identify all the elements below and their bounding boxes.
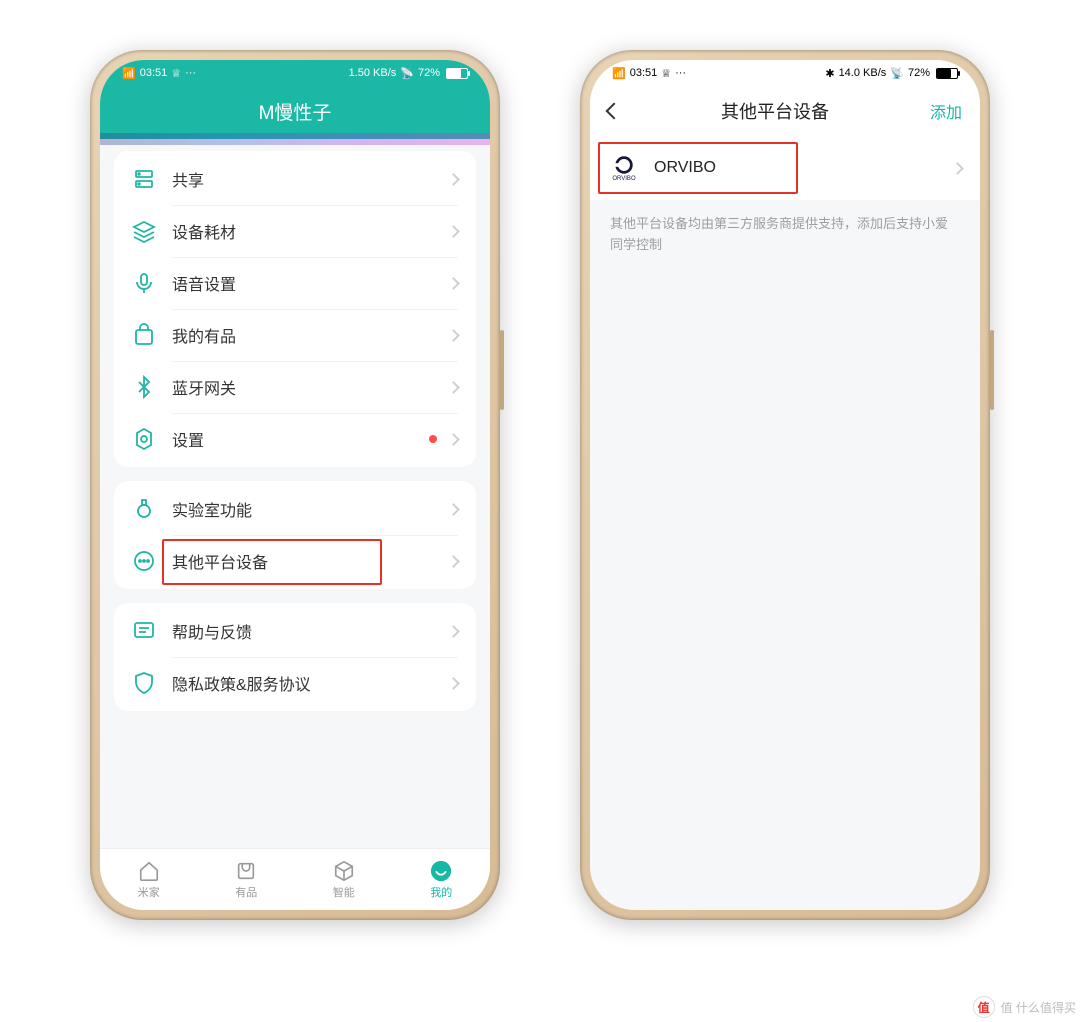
- page-header: 其他平台设备 添加: [590, 86, 980, 136]
- settings-row-mic[interactable]: 语音设置: [114, 257, 476, 309]
- row-label: 我的有品: [172, 323, 449, 347]
- mic-icon: [132, 271, 156, 295]
- wifi-icon: 📡: [400, 67, 414, 80]
- feedback-icon: [132, 619, 156, 643]
- watermark: 值 值 什么值得买: [973, 996, 1076, 1018]
- red-dot-indicator: [429, 435, 437, 443]
- stack-icon: [132, 219, 156, 243]
- chevron-right-icon: [447, 277, 460, 290]
- battery-icon: [446, 68, 468, 79]
- shield-icon: [132, 671, 156, 695]
- gear-icon: [132, 427, 156, 451]
- bluetooth-icon: [132, 375, 156, 399]
- nav-label: 我的: [430, 884, 452, 900]
- header-title-text: M慢性子: [259, 103, 332, 124]
- settings-row-feedback[interactable]: 帮助与反馈: [114, 605, 476, 657]
- nav-label: 有品: [235, 884, 257, 900]
- settings-group: 帮助与反馈隐私政策&服务协议: [114, 603, 476, 711]
- row-label: 帮助与反馈: [172, 619, 449, 643]
- row-label: 设置: [172, 427, 429, 451]
- status-bar: 📶 03:51 ♕ ··· ✱ 14.0 KB/s 📡 72%: [590, 60, 980, 86]
- settings-row-flask[interactable]: 实验室功能: [114, 483, 476, 535]
- phone-frame-right: 📶 03:51 ♕ ··· ✱ 14.0 KB/s 📡 72% 其他平台设备 添…: [580, 50, 990, 920]
- dots-circle-icon: [132, 549, 156, 573]
- smile-icon: [430, 860, 452, 882]
- page-title: 其他平台设备: [620, 98, 930, 124]
- row-label: 其他平台设备: [172, 549, 449, 573]
- crown-icon: ♕: [661, 67, 671, 80]
- hint-text: 其他平台设备均由第三方服务商提供支持，添加后支持小爱同学控制: [590, 200, 980, 270]
- settings-scroll[interactable]: 共享设备耗材语音设置我的有品蓝牙网关设置实验室功能其他平台设备帮助与反馈隐私政策…: [100, 139, 490, 848]
- nav-label: 智能: [333, 884, 355, 900]
- settings-row-gear[interactable]: 设置: [114, 413, 476, 465]
- bottom-nav: 米家 有品 智能 我的: [100, 848, 490, 910]
- chevron-right-icon: [447, 433, 460, 446]
- nav-store[interactable]: 有品: [198, 849, 296, 910]
- orvibo-icon: ORVIBO: [608, 152, 640, 184]
- nav-cube[interactable]: 智能: [295, 849, 393, 910]
- chevron-right-icon: [447, 625, 460, 638]
- crown-icon: ♕: [171, 67, 181, 80]
- settings-group: 共享设备耗材语音设置我的有品蓝牙网关设置: [114, 151, 476, 467]
- platform-row-orvibo[interactable]: ORVIBO ORVIBO: [590, 136, 980, 200]
- settings-row-dots-circle[interactable]: 其他平台设备: [114, 535, 476, 587]
- net-speed: 14.0 KB/s: [839, 67, 887, 79]
- settings-row-stack[interactable]: 设备耗材: [114, 205, 476, 257]
- nav-home[interactable]: 米家: [100, 849, 198, 910]
- signal-icon: 📶: [122, 67, 136, 80]
- status-time: 03:51: [630, 67, 658, 79]
- screen-left: 📶 03:51 ♕ ··· 1.50 KB/s 📡 72% M慢性子 共享设备耗…: [100, 60, 490, 910]
- nav-label: 米家: [138, 884, 160, 900]
- settings-group: 实验室功能其他平台设备: [114, 481, 476, 589]
- row-label: 隐私政策&服务协议: [172, 671, 449, 695]
- battery-icon: [936, 68, 958, 79]
- signal-icon: 📶: [612, 67, 626, 80]
- battery-percent: 72%: [908, 67, 930, 79]
- nav-smile[interactable]: 我的: [393, 849, 491, 910]
- battery-percent: 72%: [418, 67, 440, 79]
- screen-right: 📶 03:51 ♕ ··· ✱ 14.0 KB/s 📡 72% 其他平台设备 添…: [590, 60, 980, 910]
- chevron-right-icon: [447, 503, 460, 516]
- bag-icon: [132, 323, 156, 347]
- status-bar: 📶 03:51 ♕ ··· 1.50 KB/s 📡 72%: [100, 60, 490, 86]
- chevron-right-icon: [447, 225, 460, 238]
- chevron-right-icon: [447, 381, 460, 394]
- phone-frame-left: 📶 03:51 ♕ ··· 1.50 KB/s 📡 72% M慢性子 共享设备耗…: [90, 50, 500, 920]
- chevron-right-icon: [447, 173, 460, 186]
- row-label: 蓝牙网关: [172, 375, 449, 399]
- home-icon: [138, 860, 160, 882]
- row-label: 语音设置: [172, 271, 449, 295]
- watermark-icon: 值: [973, 996, 995, 1018]
- flask-icon: [132, 497, 156, 521]
- row-label: 设备耗材: [172, 219, 449, 243]
- page-title: M慢性子: [100, 86, 490, 139]
- status-time: 03:51: [140, 67, 168, 79]
- platform-label: ORVIBO: [654, 159, 953, 177]
- chevron-right-icon: [951, 162, 964, 175]
- settings-row-bag[interactable]: 我的有品: [114, 309, 476, 361]
- store-icon: [235, 860, 257, 882]
- cube-icon: [333, 860, 355, 882]
- settings-row-share[interactable]: 共享: [114, 153, 476, 205]
- wifi-icon: 📡: [890, 67, 904, 80]
- settings-row-bluetooth[interactable]: 蓝牙网关: [114, 361, 476, 413]
- row-label: 共享: [172, 167, 449, 191]
- chevron-right-icon: [447, 555, 460, 568]
- add-button[interactable]: 添加: [930, 99, 962, 123]
- more-icon: ···: [185, 67, 196, 79]
- watermark-text: 值 什么值得买: [1001, 999, 1076, 1016]
- more-icon: ···: [675, 67, 686, 79]
- chevron-right-icon: [447, 677, 460, 690]
- settings-row-shield[interactable]: 隐私政策&服务协议: [114, 657, 476, 709]
- bluetooth-icon: ✱: [825, 67, 834, 80]
- chevron-right-icon: [447, 329, 460, 342]
- share-icon: [132, 167, 156, 191]
- row-label: 实验室功能: [172, 497, 449, 521]
- net-speed: 1.50 KB/s: [349, 67, 397, 79]
